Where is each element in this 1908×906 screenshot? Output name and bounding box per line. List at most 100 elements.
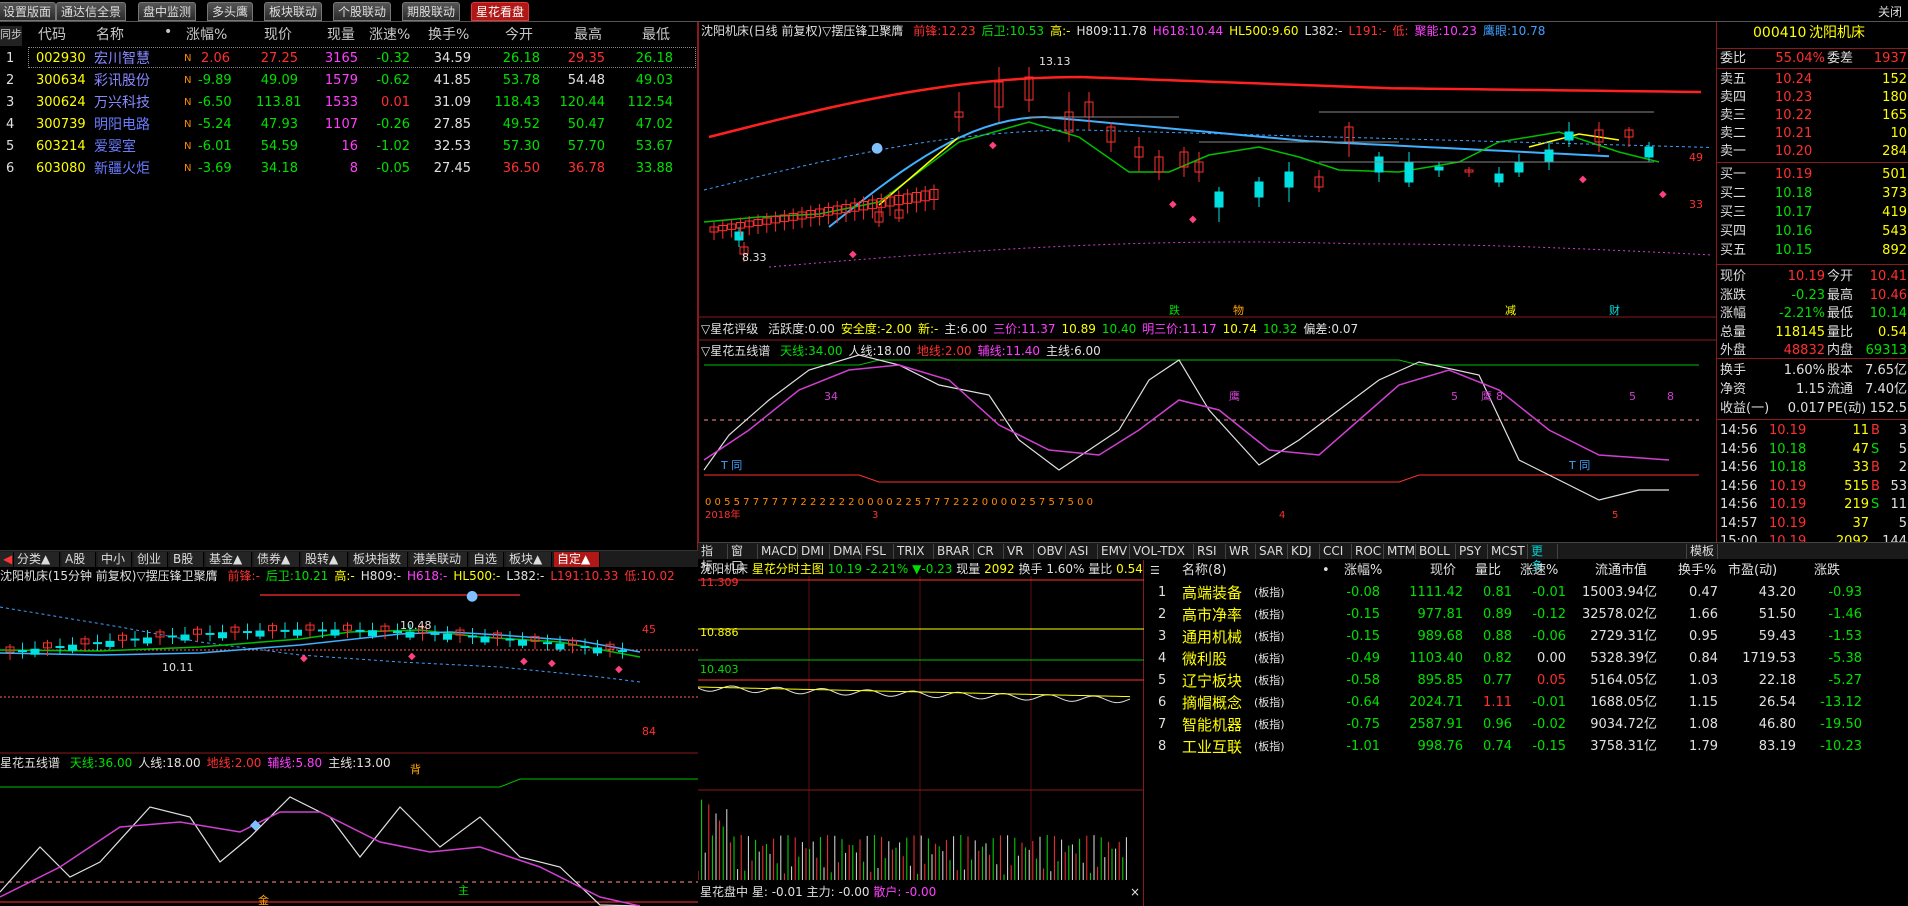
header-high[interactable]: 最高 [574,24,602,44]
close-icon[interactable]: × [1130,885,1140,900]
sh-change[interactable]: 涨幅% [1344,560,1382,582]
market-tab[interactable]: 基金▲ [206,552,252,567]
sector-row[interactable]: 5 辽宁板块 (板指) -0.58 895.85 0.77 0.05 5164.05亿 1.03… [1144,670,1908,692]
sh-name[interactable]: 名称(8) [1182,560,1226,582]
indicator-tab[interactable]: 更多 [1528,544,1558,573]
indicator-tab[interactable]: ASI [1066,544,1098,559]
indicator-tab[interactable]: EMV [1098,544,1130,559]
header-volume[interactable]: 现量 [327,24,355,44]
sh-turn[interactable]: 换手% [1678,560,1716,582]
template-button[interactable]: 模板 [1686,544,1719,559]
market-tab[interactable]: 板块指数 [350,552,408,567]
tab-intraday-monitor[interactable]: 盘中监测 [138,2,197,21]
sh-pe[interactable]: 市盈(动) [1728,560,1777,582]
header-name[interactable]: 名称 [96,24,124,44]
header-speed[interactable]: 涨速% [369,24,410,44]
header-turnover[interactable]: 换手% [428,24,469,44]
watchlist-row[interactable]: 4 300739 明阳电路 N -5.24 47.93 1107 -0.26 27.85 49.5… [0,114,698,136]
tab-xinghua[interactable]: 星花看盘 [471,2,530,21]
sh-diff[interactable]: 涨跌 [1814,560,1840,582]
indicator-tab[interactable]: BRAR [934,544,974,559]
header-price[interactable]: 现价 [264,24,292,44]
tab-sector-link[interactable]: 板块联动 [264,2,323,21]
indicator-tab[interactable]: VOL-TDX [1130,544,1194,559]
close-button[interactable]: 关闭 [1878,3,1902,20]
sh-speed[interactable]: 涨速% [1520,560,1558,582]
market-tab[interactable]: 创业 [134,552,168,567]
header-low[interactable]: 最低 [642,24,670,44]
indicator-tab[interactable]: 窗口 [728,544,758,573]
daily-chart-panel[interactable]: 沈阳机床(日线 前复权)▽摆压锋卫聚膺 前锋:12.23 后卫:10.53 高:- H… [698,22,1717,542]
sector-row[interactable]: 6 摘帽概念 (板指) -0.64 2024.71 1.11 -0.01 1688.05亿 1.… [1144,692,1908,714]
sync-button[interactable]: 同步 [0,26,22,46]
indicator-tab[interactable]: KDJ [1288,544,1320,559]
sector-row[interactable]: 1 高端装备 (板指) -0.08 1111.42 0.81 -0.01 15003.94亿 0… [1144,582,1908,604]
sector-cap: 2729.31亿 [1590,629,1657,644]
market-tab[interactable]: 板块▲ [506,552,552,567]
indicator-tab[interactable]: FSL [862,544,894,559]
row-index: 4 [6,117,15,132]
menu-icon[interactable]: ☰ [1150,560,1160,582]
market-tab[interactable]: 自选 [470,552,504,567]
indicator-tab[interactable]: CCI [1320,544,1352,559]
sector-row[interactable]: 7 智能机器 (板指) -0.75 2587.91 0.96 -0.02 9034.72亿 1.… [1144,714,1908,736]
market-tab[interactable]: 港美联动 [410,552,468,567]
indicator-tab[interactable]: MACD [758,544,798,559]
indicator-tab[interactable]: TRIX [894,544,934,559]
indicator-tab[interactable]: BOLL [1416,544,1456,559]
sector-row[interactable]: 3 通用机械 (板指) -0.15 989.68 0.88 -0.06 2729.31亿 0.9… [1144,626,1908,648]
header-open[interactable]: 今开 [505,24,533,44]
price: 49.09 [260,73,298,88]
indicator-tab[interactable]: 指标 [698,544,728,573]
watchlist-row[interactable]: 5 603214 爱婴室 N -6.01 54.59 16 -1.02 32.53 57.30 57… [0,136,698,158]
indicator-tab[interactable]: DMI [798,544,830,559]
watchlist-row[interactable]: 3 300624 万兴科技 N -6.50 113.81 1533 0.01 31.09 118.… [0,92,698,114]
header-change[interactable]: 涨幅% [186,24,227,44]
indicator-tab[interactable]: MTM [1384,544,1416,559]
indicator-tab[interactable]: CR [974,544,1004,559]
watchlist-row[interactable]: 1 002930 宏川智慧 N 2.06 27.25 3165 -0.32 34.59 26.18… [0,48,698,70]
indicator-tab[interactable]: RSI [1194,544,1226,559]
watchlist-row[interactable]: 6 603080 新疆火炬 N -3.69 34.18 8 -0.05 27.45 36.50 36… [0,158,698,180]
market-tab[interactable]: 中小 [98,552,132,567]
tab-futures-link[interactable]: 期股联动 [402,2,461,21]
sector-row[interactable]: 2 高市净率 (板指) -0.15 977.81 0.89 -0.12 32578.02亿 1.… [1144,604,1908,626]
market-tab[interactable]: 自定▲ [554,552,600,567]
market-tab[interactable]: A股 [62,552,96,567]
indicator-tab[interactable]: MCST [1488,544,1528,559]
intraday-panel[interactable]: 沈阳机床 星花分时主图 10.19 -2.21% ▼-0.23 现量 2092 … [698,560,1144,906]
sector-row[interactable]: 4 微利股 (板指) -0.49 1103.40 0.82 0.00 5328.39亿 0.84… [1144,648,1908,670]
market-tab[interactable]: 分类▲ [14,552,60,567]
min15-chart-panel[interactable]: 沈阳机床(15分钟 前复权)▽摆压锋卫聚膺 前锋:- 后卫:10.21 高:- H80… [0,567,698,906]
tab-panorama[interactable]: 通达信全景 [56,2,127,21]
sector-turn: 1.15 [1689,695,1718,710]
tab-stock-link[interactable]: 个股联动 [333,2,392,21]
indicator-tab[interactable]: ROC [1352,544,1384,559]
tab-bull-eagle[interactable]: 多头鹰 [207,2,254,21]
sh-price[interactable]: 现价 [1430,560,1456,582]
legend-value: 10.74 [1222,322,1257,336]
header-code[interactable]: 代码 [38,24,66,44]
indicator-tab[interactable]: OBV [1034,544,1066,559]
sh-cap[interactable]: 流通市值 [1595,560,1647,582]
high: 29.35 [567,51,605,66]
tick-side: S [1871,497,1880,512]
min15-chart-svg: 10.48 10.11 45 84 ◆ ◆ ◆ ◆ ◆ ● 背主金 ◆ [0,588,698,906]
market-tab[interactable]: B股 [170,552,204,567]
tick-price: 10.19 [1769,423,1807,438]
indicator-tab[interactable]: PSY [1456,544,1488,559]
sh-ratio[interactable]: 量比 [1475,560,1501,582]
indicator-tab[interactable]: DMA [830,544,862,559]
indicator-tab[interactable]: WR [1226,544,1256,559]
watchlist-row[interactable]: 2 300634 彩讯股份 N -9.89 49.09 1579 -0.62 41.85 53.7… [0,70,698,92]
market-tab[interactable]: 债券▲ [254,552,300,567]
tab-layout-settings[interactable]: 设置版面 [0,2,57,21]
ask-label: 卖一 [1720,144,1747,159]
market-category-bar: ◀ 分类▲ A股 中小 创业 B股 基金▲ 债券▲ 股转▲ 板块指数 港美联动 自选 板块▲ 自定▲ [0,550,698,567]
indicator-tab[interactable]: VR [1004,544,1034,559]
indicator-tab[interactable]: SAR [1256,544,1288,559]
sector-row[interactable]: 8 工业互联 (板指) -1.01 998.76 0.74 -0.15 3758.31亿 1.7… [1144,736,1908,758]
triangle-left-icon[interactable]: ◀ [0,552,14,567]
change-pct: -9.89 [198,73,232,88]
market-tab[interactable]: 股转▲ [302,552,348,567]
